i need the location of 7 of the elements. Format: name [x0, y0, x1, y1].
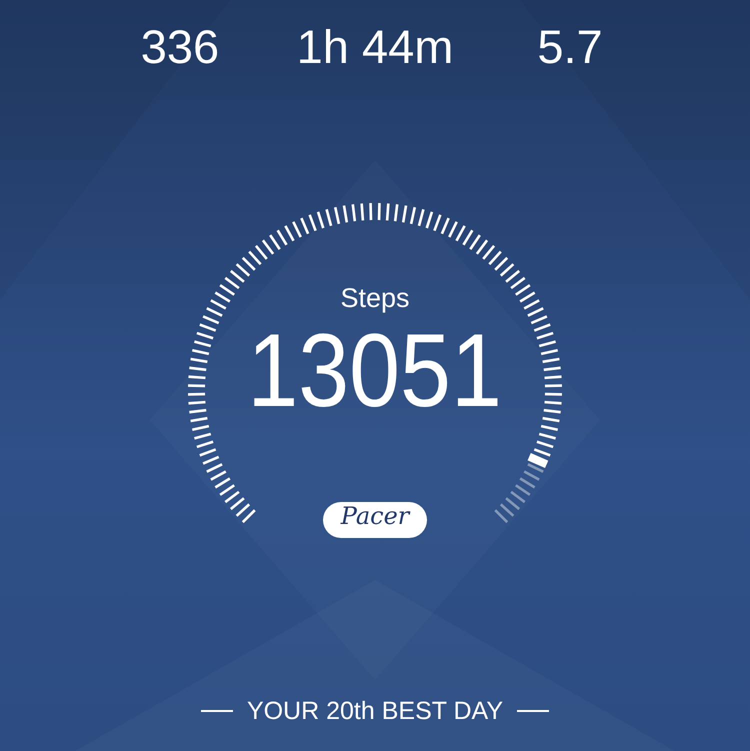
stat-value: 5.7 [537, 19, 603, 75]
gauge-label: Steps [340, 282, 410, 314]
rank-text: YOUR 20th BEST DAY [246, 696, 504, 726]
step-count: 13051 [248, 316, 502, 426]
stat-value: 336 [140, 19, 220, 75]
logo: Pacer [322, 502, 428, 538]
stat-value: 1h 44m [296, 19, 454, 75]
